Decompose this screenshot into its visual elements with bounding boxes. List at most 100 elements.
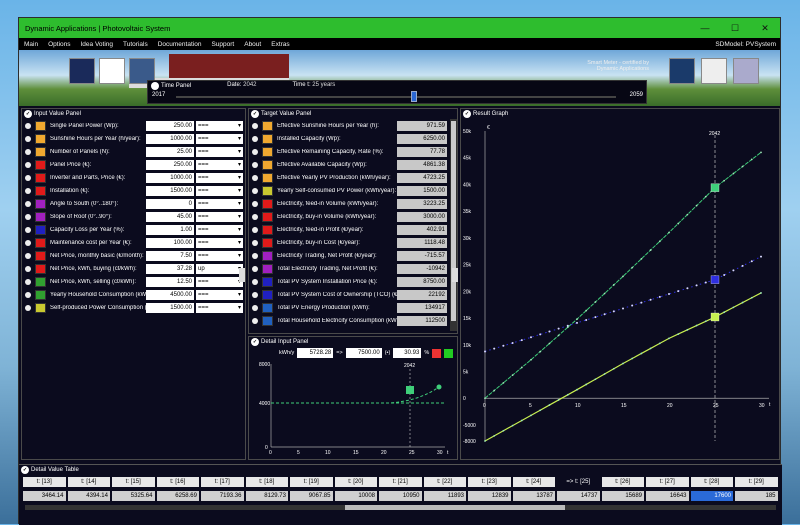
table-header-cell[interactable]: t: [17] xyxy=(201,477,244,487)
menu-tutorials[interactable]: Tutorials xyxy=(118,41,153,48)
table-value-cell[interactable]: 15689 xyxy=(601,491,644,501)
globe-icon[interactable] xyxy=(669,58,695,84)
table-header-cell[interactable]: t: [13] xyxy=(23,477,66,487)
row-radio[interactable] xyxy=(252,214,258,221)
table-header-cell[interactable]: t: [29] xyxy=(735,477,778,487)
table-value-cell[interactable]: 12839 xyxy=(468,491,511,501)
input-value-field[interactable]: 12.50 xyxy=(146,277,194,288)
row-radio[interactable] xyxy=(25,162,31,169)
maximize-button[interactable]: ☐ xyxy=(720,23,750,34)
row-radio[interactable] xyxy=(252,318,258,325)
row-radio[interactable] xyxy=(252,279,258,286)
input-value-field[interactable]: 7.50 xyxy=(146,251,194,262)
table-header-cell[interactable]: t: [15] xyxy=(112,477,155,487)
table-header-cell[interactable]: t: [19] xyxy=(290,477,333,487)
row-radio[interactable] xyxy=(25,175,31,182)
row-radio[interactable] xyxy=(252,175,258,182)
reset-icon[interactable] xyxy=(432,348,442,358)
row-radio[interactable] xyxy=(25,227,31,234)
table-value-cell[interactable]: 10008 xyxy=(334,491,377,501)
table-value-cell[interactable]: 17600 xyxy=(690,491,733,501)
row-radio[interactable] xyxy=(25,201,31,208)
table-value-cell[interactable]: 8129.73 xyxy=(245,491,288,501)
table-header-cell[interactable]: t: [26] xyxy=(601,477,644,487)
input-mode-select[interactable]: === xyxy=(196,238,243,249)
table-value-cell[interactable]: 9067.85 xyxy=(290,491,333,501)
input-mode-select[interactable]: === xyxy=(196,121,243,132)
row-radio[interactable] xyxy=(252,149,258,156)
row-radio[interactable] xyxy=(252,305,258,312)
menu-support[interactable]: Support xyxy=(206,41,239,48)
menu-options[interactable]: Options xyxy=(43,41,75,48)
table-header-cell[interactable]: t: [20] xyxy=(334,477,377,487)
input-mode-select[interactable]: === xyxy=(196,212,243,223)
table-value-cell[interactable]: 185 xyxy=(735,491,778,501)
table-header-cell[interactable]: t: [24] xyxy=(512,477,555,487)
table-value-cell[interactable]: 11893 xyxy=(423,491,466,501)
input-value-field[interactable]: 37.28 xyxy=(146,264,194,275)
table-header-cell[interactable]: => t: [25] xyxy=(557,477,600,487)
input-value-field[interactable]: 250.00 xyxy=(146,160,194,171)
table-value-cell[interactable]: 5325.64 xyxy=(112,491,155,501)
input-mode-select[interactable]: up xyxy=(196,264,243,275)
input-mode-select[interactable]: === xyxy=(196,173,243,184)
input-value-field[interactable]: 1000.00 xyxy=(146,134,194,145)
table-value-cell[interactable]: 3464.14 xyxy=(23,491,66,501)
row-radio[interactable] xyxy=(252,266,258,273)
input-value-field[interactable]: 1.00 xyxy=(146,225,194,236)
row-radio[interactable] xyxy=(252,292,258,299)
input-mode-select[interactable]: === xyxy=(196,199,243,210)
home-icon[interactable] xyxy=(69,58,95,84)
input-value-field[interactable]: 0 xyxy=(146,199,194,210)
row-radio[interactable] xyxy=(252,201,258,208)
input-value-field[interactable]: 1500.00 xyxy=(146,303,194,314)
row-radio[interactable] xyxy=(25,279,31,286)
row-radio[interactable] xyxy=(25,292,31,299)
table-header-cell[interactable]: t: [21] xyxy=(379,477,422,487)
detail-value-1[interactable]: 5728.28 xyxy=(297,348,334,358)
table-value-cell[interactable]: 7193.36 xyxy=(201,491,244,501)
input-value-field[interactable]: 25.00 xyxy=(146,147,194,158)
input-mode-select[interactable]: === xyxy=(196,134,243,145)
menu-documentation[interactable]: Documentation xyxy=(153,41,207,48)
row-radio[interactable] xyxy=(252,136,258,143)
row-radio[interactable] xyxy=(25,253,31,260)
row-radio[interactable] xyxy=(25,240,31,247)
minimize-button[interactable]: — xyxy=(690,23,720,33)
input-mode-select[interactable]: === xyxy=(196,277,243,288)
detail-value-2[interactable]: 7500.00 xyxy=(345,348,382,358)
row-radio[interactable] xyxy=(25,266,31,273)
input-mode-select[interactable]: === xyxy=(196,225,243,236)
time-slider-track[interactable] xyxy=(176,96,616,98)
input-value-field[interactable]: 1500.00 xyxy=(146,186,194,197)
table-value-cell[interactable]: 13787 xyxy=(512,491,555,501)
table-value-cell[interactable]: 10950 xyxy=(379,491,422,501)
document-icon[interactable] xyxy=(99,58,125,84)
row-radio[interactable] xyxy=(252,253,258,260)
detail-percent[interactable]: 30.93 xyxy=(393,348,422,358)
input-mode-select[interactable]: === xyxy=(196,186,243,197)
target-scrollbar[interactable] xyxy=(450,119,457,331)
row-radio[interactable] xyxy=(25,136,31,143)
row-radio[interactable] xyxy=(25,214,31,221)
solar-panel-icon[interactable] xyxy=(733,58,759,84)
collapse-right-handle[interactable] xyxy=(452,268,458,282)
menu-idea-voting[interactable]: Idea Voting xyxy=(76,41,119,48)
close-button[interactable]: ✕ xyxy=(750,23,780,34)
input-mode-select[interactable]: === xyxy=(196,303,243,314)
input-mode-select[interactable]: === xyxy=(196,147,243,158)
table-value-cell[interactable]: 16643 xyxy=(646,491,689,501)
chart-icon[interactable] xyxy=(701,58,727,84)
input-mode-select[interactable]: === xyxy=(196,160,243,171)
menu-about[interactable]: About xyxy=(239,41,266,48)
row-radio[interactable] xyxy=(252,188,258,195)
input-mode-select[interactable]: === xyxy=(196,251,243,262)
table-header-cell[interactable]: t: [27] xyxy=(646,477,689,487)
apply-check-icon[interactable] xyxy=(444,348,454,358)
table-value-cell[interactable]: 14737 xyxy=(557,491,600,501)
menu-extras[interactable]: Extras xyxy=(266,41,294,48)
input-mode-select[interactable]: === xyxy=(196,290,243,301)
row-radio[interactable] xyxy=(25,123,31,130)
row-radio[interactable] xyxy=(252,162,258,169)
table-scrollbar[interactable] xyxy=(25,505,776,510)
